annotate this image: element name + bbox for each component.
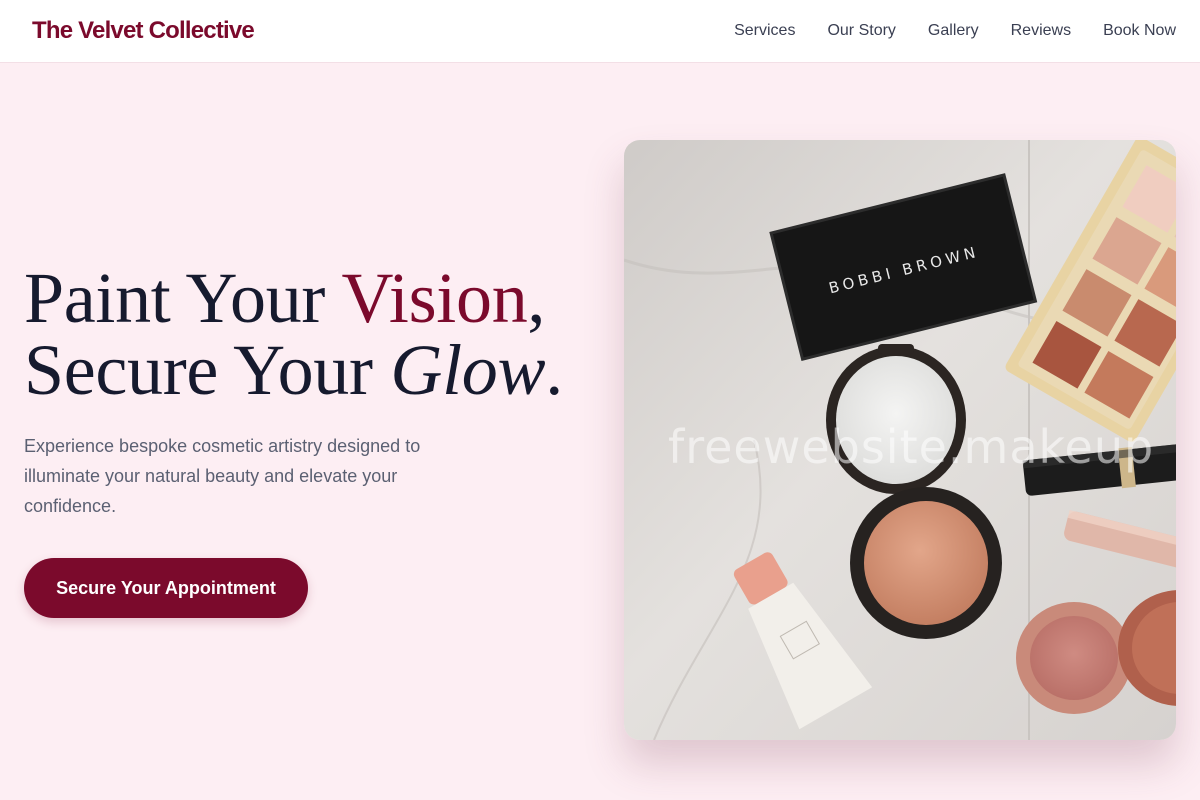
hero-description: Experience bespoke cosmetic artistry des… [24, 436, 421, 516]
hero-headline: Paint Your Vision, Secure Your Glow. [24, 262, 584, 406]
headline-italic-word: Glow [390, 330, 546, 410]
photo-watermark: freewebsite.makeup [668, 420, 1155, 474]
headline-punct: . [545, 330, 563, 410]
nav-gallery[interactable]: Gallery [928, 22, 979, 40]
main-nav: Services Our Story Gallery Reviews Book … [702, 22, 1176, 40]
headline-part: Paint Your [24, 258, 342, 338]
nav-reviews[interactable]: Reviews [1011, 22, 1071, 40]
headline-punct: , [527, 258, 546, 338]
headline-part: Secure Your [24, 330, 391, 410]
nav-services[interactable]: Services [734, 22, 795, 40]
secure-appointment-button[interactable]: Secure Your Appointment [24, 558, 308, 618]
hero-makeup-photo: BOBBI BROWN freewebsite.makeup [624, 140, 1176, 740]
headline-accent-word: Vision [341, 258, 528, 338]
bronzer-compact [850, 487, 1002, 639]
nav-book-now[interactable]: Book Now [1103, 22, 1176, 40]
brand-logo[interactable]: The Velvet Collective [32, 17, 255, 45]
hero-copy: Paint Your Vision, Secure Your Glow. Exp… [24, 262, 584, 521]
blush-compact [1016, 602, 1132, 714]
site-header: The Velvet Collective Services Our Story… [0, 0, 1200, 63]
nav-our-story[interactable]: Our Story [827, 22, 895, 40]
